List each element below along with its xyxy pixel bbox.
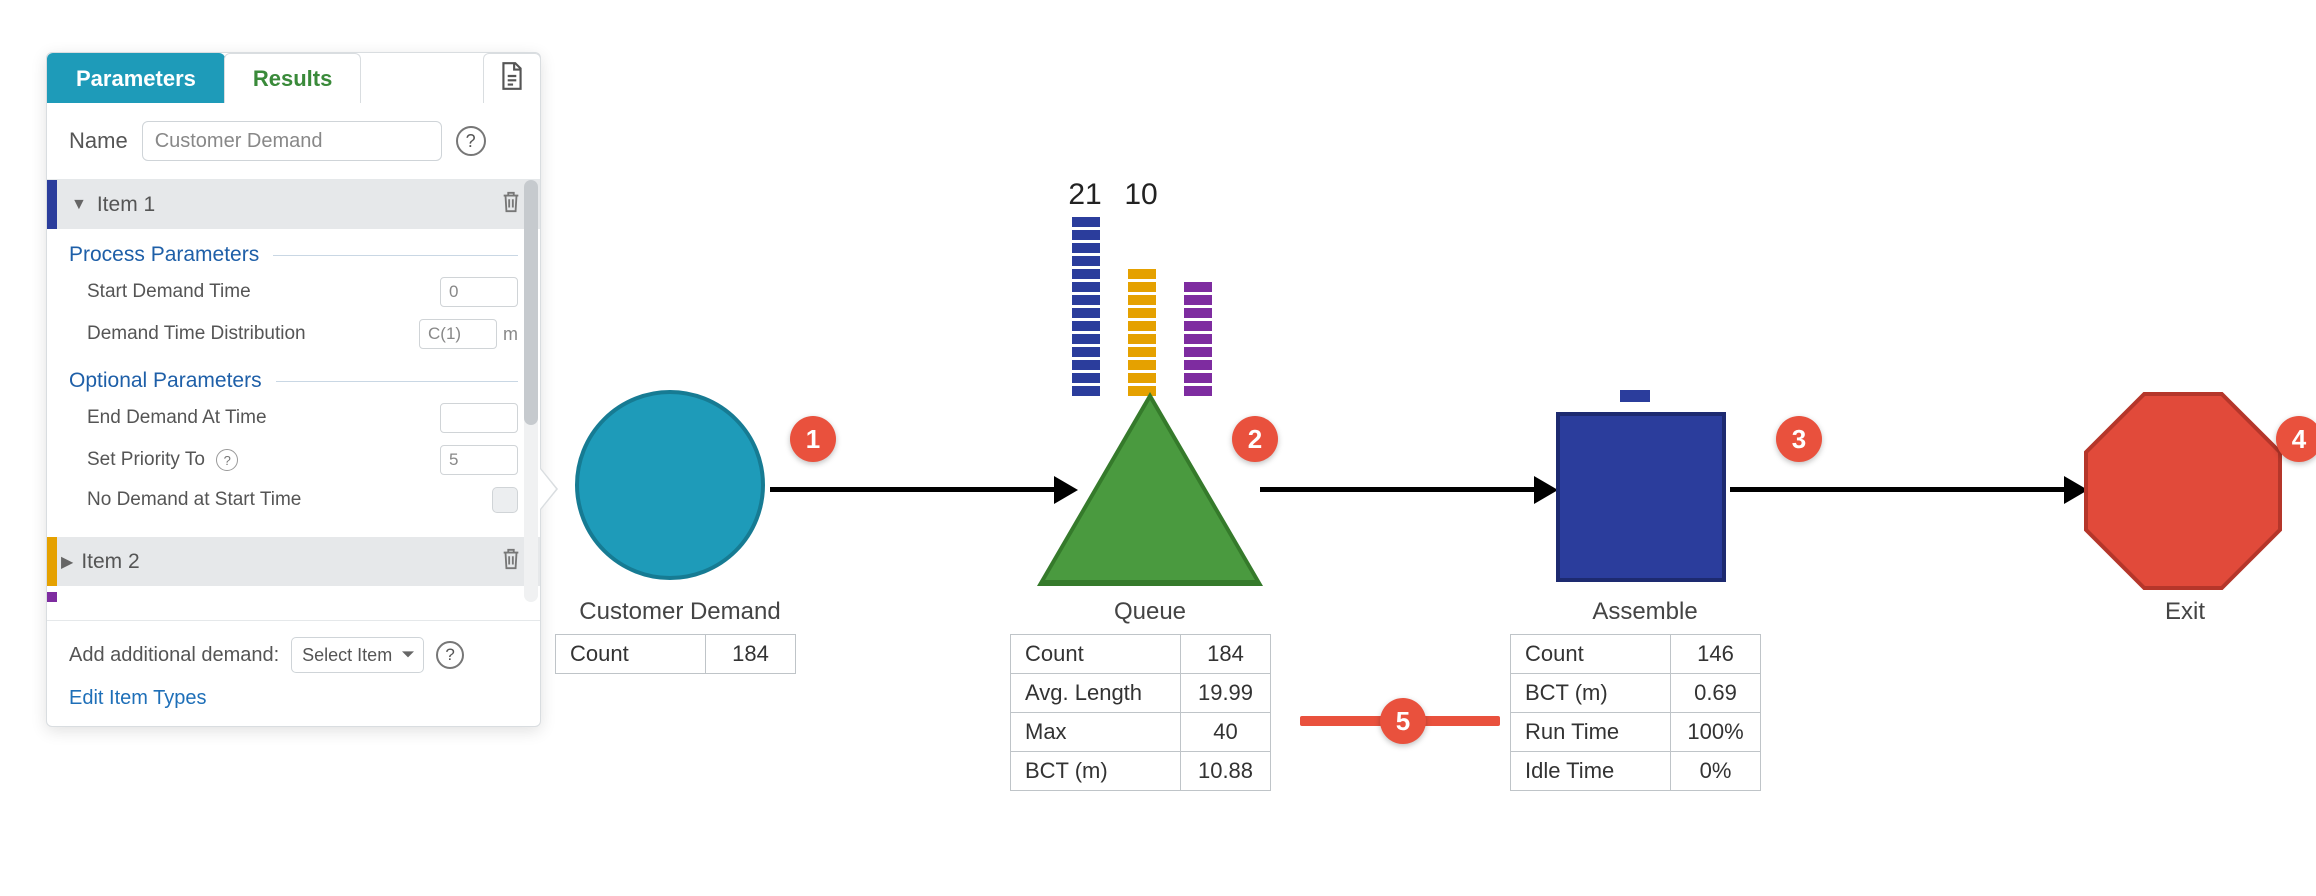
queue-stack-orange xyxy=(1128,269,1156,396)
queue-stack-purple xyxy=(1184,282,1212,396)
queue-stack-blue xyxy=(1072,217,1100,396)
queue-stack-count-blue: 21 xyxy=(1060,178,1110,212)
table-assemble: Count146 BCT (m)0.69 Run Time100% Idle T… xyxy=(1510,634,1761,791)
node-exit[interactable] xyxy=(2088,396,2278,586)
badge-5: 5 xyxy=(1380,698,1426,744)
flow-arrow xyxy=(770,487,1060,492)
assemble-wip-indicator xyxy=(1620,390,1650,402)
node-customer-demand-label: Customer Demand xyxy=(550,598,810,626)
badge-1: 1 xyxy=(790,416,836,462)
flow-arrow xyxy=(1730,487,2070,492)
node-customer-demand[interactable] xyxy=(575,390,765,580)
node-assemble-label: Assemble xyxy=(1550,598,1740,626)
flow-arrow xyxy=(1260,487,1540,492)
badge-3: 3 xyxy=(1776,416,1822,462)
table-row: Max40 xyxy=(1011,713,1271,752)
table-row: Count 184 xyxy=(556,635,796,674)
table-row: Avg. Length19.99 xyxy=(1011,674,1271,713)
arrow-head-icon xyxy=(1534,476,1558,504)
queue-stack-count-orange: 10 xyxy=(1116,178,1166,212)
table-customer-demand: Count 184 xyxy=(555,634,796,674)
table-row: Count184 xyxy=(1011,635,1271,674)
table-row: BCT (m)10.88 xyxy=(1011,752,1271,791)
table-row: Idle Time0% xyxy=(1511,752,1761,791)
table-row: Count146 xyxy=(1511,635,1761,674)
diagram-canvas: Customer Demand Count 184 21 10 Queue Co… xyxy=(0,0,2316,896)
table-queue: Count184 Avg. Length19.99 Max40 BCT (m)1… xyxy=(1010,634,1271,791)
node-exit-label: Exit xyxy=(2110,598,2260,626)
table-row: BCT (m)0.69 xyxy=(1511,674,1761,713)
table-row: Run Time100% xyxy=(1511,713,1761,752)
badge-4: 4 xyxy=(2276,416,2316,462)
node-assemble[interactable] xyxy=(1556,412,1726,582)
node-queue-label: Queue xyxy=(1050,598,1250,626)
